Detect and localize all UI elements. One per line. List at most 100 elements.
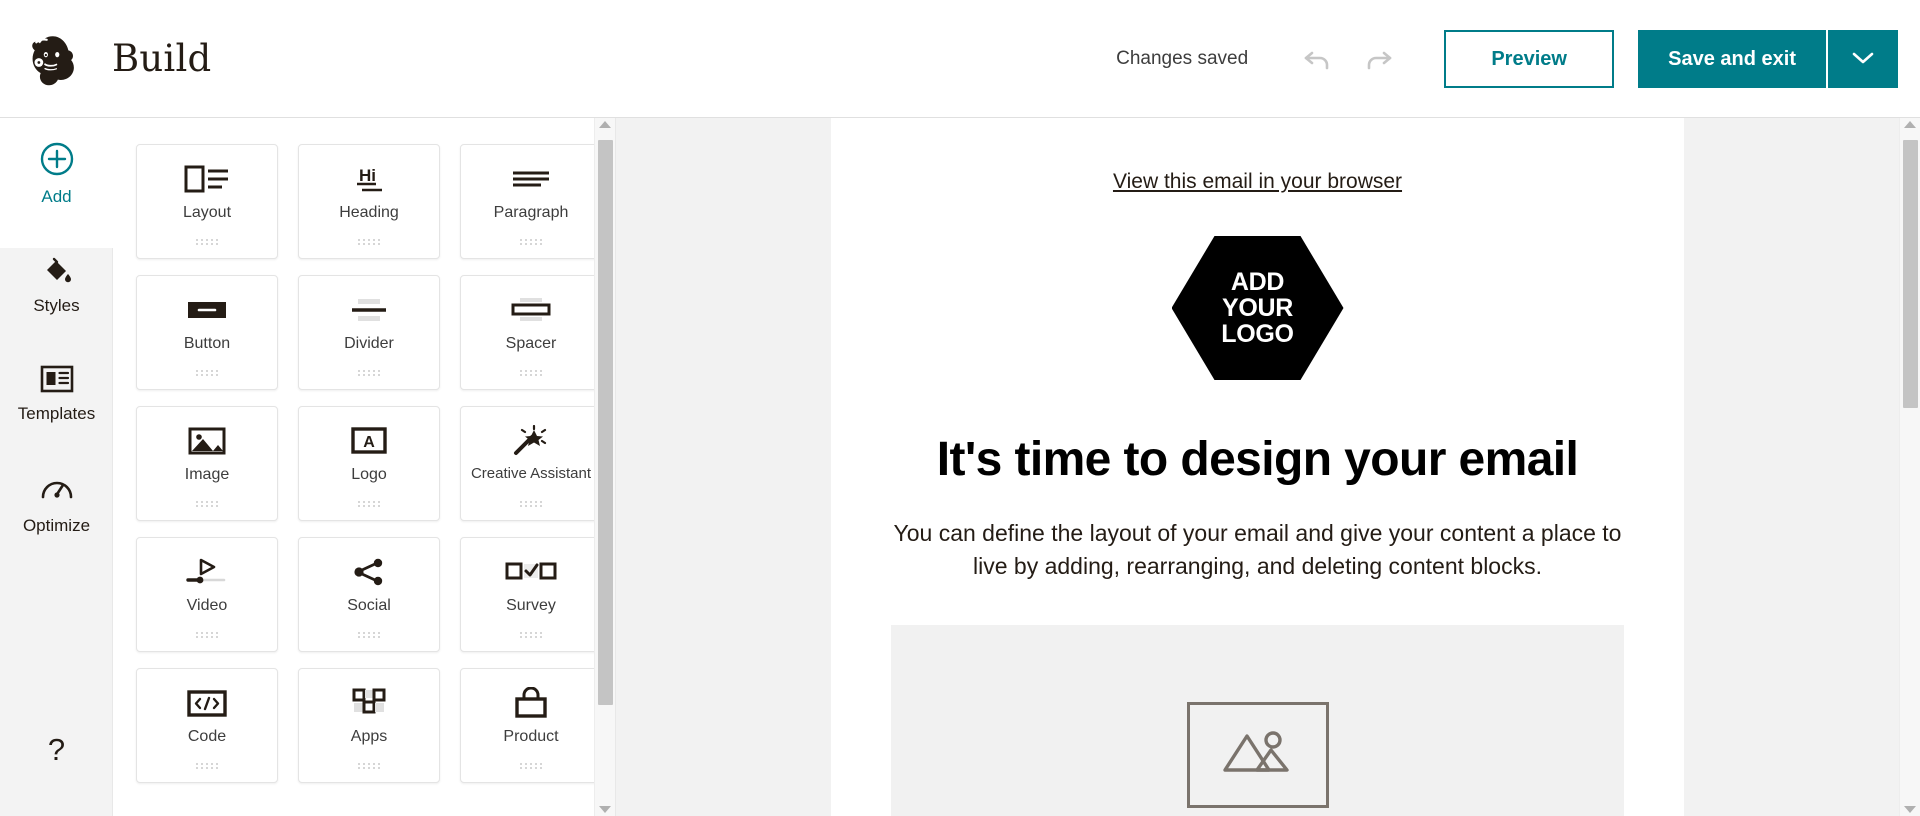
sidebar-item-label: Optimize bbox=[22, 515, 91, 535]
email-paragraph[interactable]: You can define the layout of your email … bbox=[891, 517, 1624, 582]
block-card-logo[interactable]: A Logo bbox=[298, 406, 440, 521]
image-mountain-icon bbox=[1219, 724, 1297, 787]
email-canvas: View this email in your browser ADD YOUR… bbox=[616, 118, 1899, 816]
logo-letter-a-icon: A bbox=[349, 421, 389, 461]
code-brackets-icon bbox=[186, 683, 228, 723]
gauge-icon bbox=[40, 473, 74, 510]
paint-bucket-icon bbox=[41, 253, 73, 290]
logo-line-1: ADD bbox=[1230, 268, 1285, 296]
paragraph-lines-icon bbox=[509, 159, 553, 199]
block-card-layout[interactable]: Layout bbox=[136, 144, 278, 259]
image-icon bbox=[187, 421, 227, 461]
sidebar-item-label: Add bbox=[41, 186, 72, 206]
layout-icon bbox=[184, 159, 230, 199]
page-title: Build bbox=[112, 37, 212, 80]
spacer-icon bbox=[508, 290, 554, 330]
brand: Build bbox=[0, 31, 211, 87]
scroll-up-arrow-icon[interactable] bbox=[599, 121, 611, 128]
app-root: Build Changes saved Preview Save and exi… bbox=[0, 0, 1920, 816]
drag-handle-dots-icon[interactable] bbox=[358, 632, 380, 638]
svg-text:Hi: Hi bbox=[359, 166, 376, 185]
block-label: Code bbox=[187, 728, 227, 745]
block-card-spacer[interactable]: Spacer bbox=[460, 275, 594, 390]
logo-block[interactable]: ADD YOUR LOGO bbox=[891, 236, 1624, 380]
block-card-product[interactable]: Product bbox=[460, 668, 594, 783]
sidebar-item-optimize[interactable]: Optimize bbox=[0, 448, 113, 558]
drag-handle-dots-icon[interactable] bbox=[520, 239, 542, 245]
block-card-code[interactable]: Code bbox=[136, 668, 278, 783]
divider-icon bbox=[346, 290, 392, 330]
undo-arrow-icon bbox=[1303, 45, 1333, 73]
drag-handle-dots-icon[interactable] bbox=[358, 370, 380, 376]
block-card-paragraph[interactable]: Paragraph bbox=[460, 144, 594, 259]
logo-line-2: YOUR bbox=[1221, 294, 1293, 322]
block-card-divider[interactable]: Divider bbox=[298, 275, 440, 390]
block-label: Divider bbox=[344, 335, 394, 352]
drag-handle-dots-icon[interactable] bbox=[520, 763, 542, 769]
drag-handle-dots-icon[interactable] bbox=[196, 370, 218, 376]
block-card-social[interactable]: Social bbox=[298, 537, 440, 652]
scroll-down-arrow-icon[interactable] bbox=[599, 806, 611, 813]
block-label: Apps bbox=[350, 728, 388, 745]
sidebar-item-styles[interactable]: Styles bbox=[0, 228, 113, 338]
save-and-exit-button[interactable]: Save and exit bbox=[1638, 30, 1826, 88]
drag-handle-dots-icon[interactable] bbox=[520, 632, 542, 638]
canvas-scrollbar[interactable] bbox=[1899, 118, 1920, 816]
mailchimp-freddie-icon bbox=[24, 31, 80, 87]
sidebar-item-templates[interactable]: Templates bbox=[0, 338, 113, 448]
preview-button[interactable]: Preview bbox=[1444, 30, 1615, 88]
share-nodes-icon bbox=[350, 552, 388, 592]
block-card-apps[interactable]: Apps bbox=[298, 668, 440, 783]
drag-handle-dots-icon[interactable] bbox=[358, 763, 380, 769]
block-card-survey[interactable]: Survey bbox=[460, 537, 594, 652]
templates-layout-icon bbox=[40, 365, 74, 398]
save-status-text: Changes saved bbox=[1116, 48, 1249, 69]
canvas-scrollbar-thumb[interactable] bbox=[1903, 140, 1918, 408]
redo-arrow-icon bbox=[1363, 45, 1393, 73]
blocks-panel-scrollbar-thumb[interactable] bbox=[598, 140, 613, 705]
email-image-block[interactable] bbox=[891, 625, 1624, 816]
logo-placeholder-text: ADD YOUR LOGO bbox=[1221, 268, 1294, 348]
block-card-button[interactable]: Button bbox=[136, 275, 278, 390]
content-blocks-scroll-area: Layout Hi Heading Paragraph Button Divid… bbox=[113, 118, 594, 816]
content-blocks-grid: Layout Hi Heading Paragraph Button Divid… bbox=[136, 144, 594, 783]
drag-handle-dots-icon[interactable] bbox=[520, 501, 542, 507]
block-label: Heading bbox=[339, 204, 399, 221]
save-options-dropdown-button[interactable] bbox=[1826, 30, 1898, 88]
drag-handle-dots-icon[interactable] bbox=[196, 763, 218, 769]
drag-handle-dots-icon[interactable] bbox=[196, 239, 218, 245]
scroll-down-arrow-icon[interactable] bbox=[1904, 806, 1916, 813]
logo-line-3: LOGO bbox=[1221, 320, 1294, 348]
block-label: Button bbox=[183, 335, 231, 352]
undo-button[interactable] bbox=[1295, 36, 1341, 82]
redo-button[interactable] bbox=[1355, 36, 1401, 82]
drag-handle-dots-icon[interactable] bbox=[358, 501, 380, 507]
block-label: Creative Assistant bbox=[470, 465, 592, 482]
app-header: Build Changes saved Preview Save and exi… bbox=[0, 0, 1920, 118]
block-card-video[interactable]: Video bbox=[136, 537, 278, 652]
app-body: Add Styles Templates Optimize ? Layout H… bbox=[0, 118, 1920, 816]
shopping-bag-icon bbox=[512, 683, 550, 723]
scroll-up-arrow-icon[interactable] bbox=[1904, 121, 1916, 128]
block-card-heading[interactable]: Hi Heading bbox=[298, 144, 440, 259]
email-heading[interactable]: It's time to design your email bbox=[891, 432, 1624, 487]
block-label: Product bbox=[503, 728, 559, 745]
drag-handle-dots-icon[interactable] bbox=[358, 239, 380, 245]
sidebar-item-label: Templates bbox=[17, 403, 96, 423]
magic-wand-icon bbox=[512, 421, 550, 461]
view-in-browser-link[interactable]: View this email in your browser bbox=[1113, 170, 1402, 194]
block-card-creative-assistant[interactable]: Creative Assistant bbox=[460, 406, 594, 521]
survey-checkbox-icon bbox=[505, 552, 557, 592]
drag-handle-dots-icon[interactable] bbox=[520, 370, 542, 376]
svg-text:A: A bbox=[363, 434, 375, 451]
drag-handle-dots-icon[interactable] bbox=[196, 632, 218, 638]
block-label: Paragraph bbox=[493, 204, 569, 221]
blocks-panel-scrollbar[interactable] bbox=[594, 118, 615, 816]
sidebar-item-label: Styles bbox=[33, 295, 80, 315]
sidebar-item-add[interactable]: Add bbox=[0, 118, 113, 228]
apps-grid-icon bbox=[350, 683, 388, 723]
help-button[interactable]: ? bbox=[0, 732, 113, 768]
add-your-logo-hexagon-icon: ADD YOUR LOGO bbox=[1171, 236, 1344, 380]
block-card-image[interactable]: Image bbox=[136, 406, 278, 521]
drag-handle-dots-icon[interactable] bbox=[196, 501, 218, 507]
